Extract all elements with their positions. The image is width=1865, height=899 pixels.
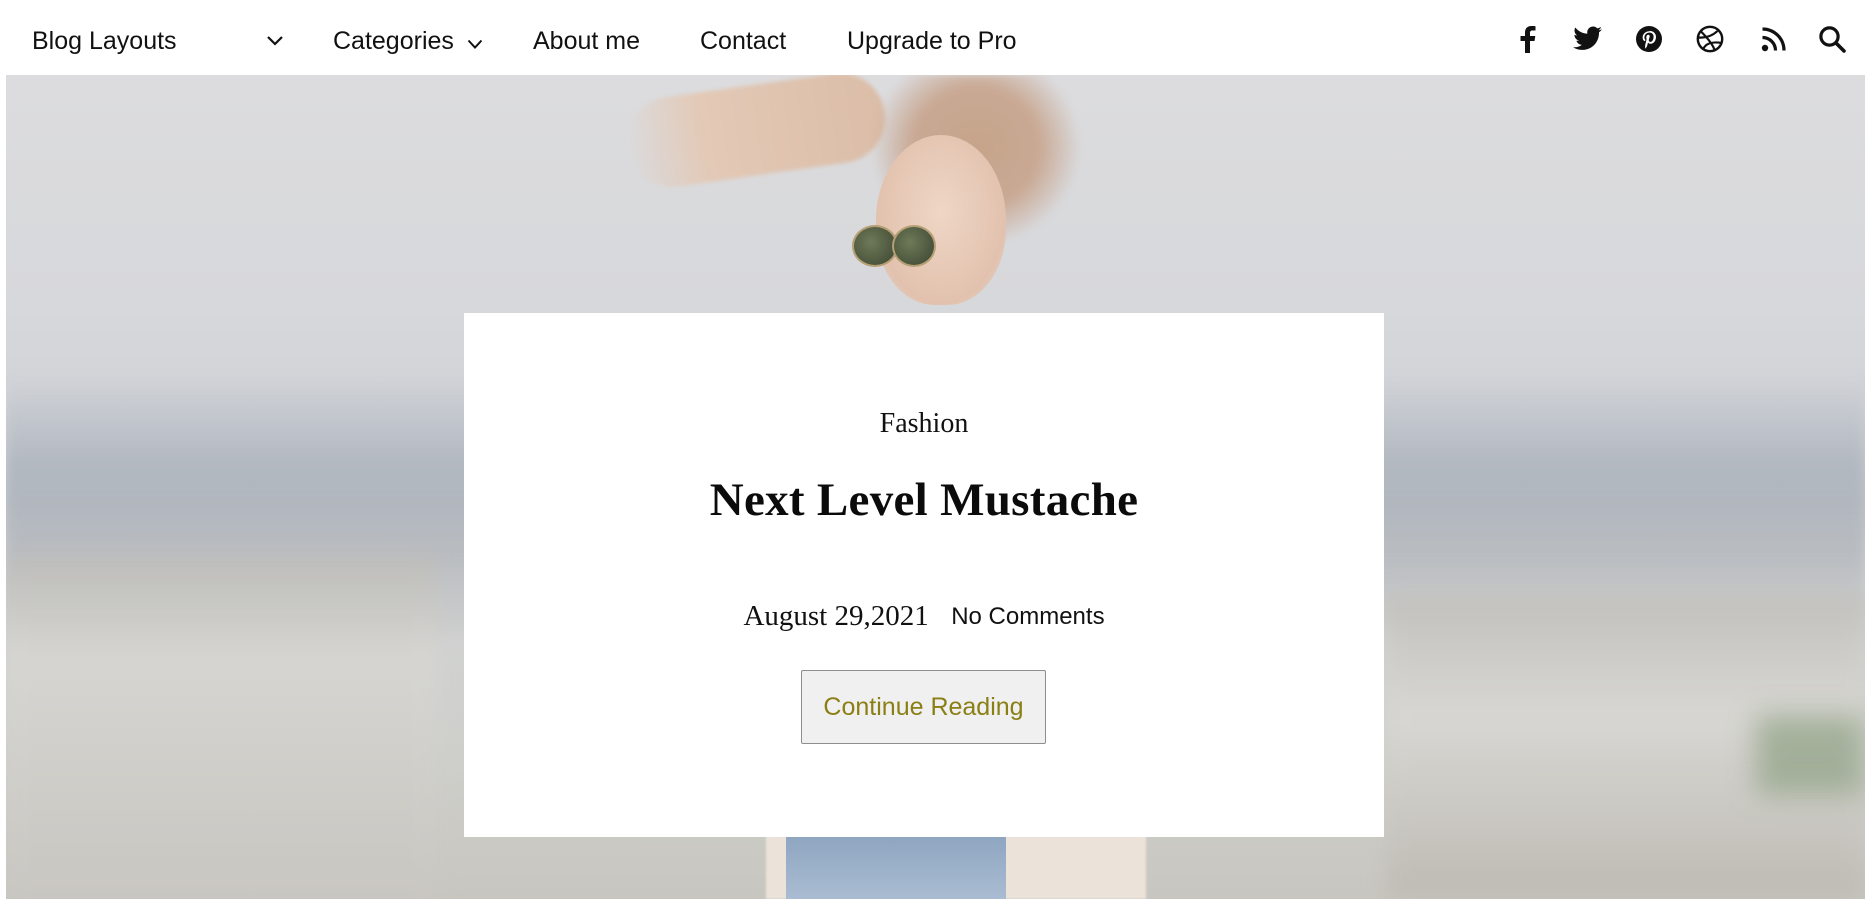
featured-post-card: Fashion Next Level Mustache August 29,20… <box>464 313 1384 837</box>
sunglasses-lens <box>892 225 936 267</box>
foliage-blur <box>1756 715 1865 795</box>
search-icon[interactable] <box>1815 22 1849 56</box>
continue-reading-button[interactable]: Continue Reading <box>801 670 1046 744</box>
nav-item-label: Upgrade to Pro <box>847 27 1017 55</box>
dribbble-icon[interactable] <box>1693 22 1727 56</box>
nav-item-contact[interactable]: Contact <box>700 24 786 58</box>
facebook-icon[interactable] <box>1510 22 1544 56</box>
post-title[interactable]: Next Level Mustache <box>464 473 1384 527</box>
twitter-icon[interactable] <box>1571 22 1605 56</box>
nav-item-label: Contact <box>700 27 787 55</box>
nav-item-blog-layouts[interactable]: Blog Layouts <box>32 24 177 58</box>
post-date: August 29,2021 <box>743 600 929 632</box>
pinterest-icon[interactable] <box>1632 22 1666 56</box>
person-jeans <box>786 835 1006 899</box>
chevron-down-icon[interactable] <box>258 24 292 58</box>
person-face <box>876 135 1006 305</box>
top-navigation: Blog Layouts Categories About me Contact… <box>0 0 1865 75</box>
nav-item-upgrade-to-pro[interactable]: Upgrade to Pro <box>847 24 1017 58</box>
rss-icon[interactable] <box>1757 22 1791 56</box>
building-left-blur <box>6 555 436 899</box>
continue-reading-label: Continue Reading <box>823 692 1024 721</box>
nav-item-label: About me <box>533 27 641 55</box>
nav-item-label: Blog Layouts <box>32 27 177 55</box>
post-comments-link[interactable]: No Comments <box>951 603 1104 630</box>
nav-item-label: Categories <box>333 27 454 55</box>
post-category[interactable]: Fashion <box>464 408 1384 440</box>
chevron-down-icon <box>467 25 483 59</box>
nav-item-about-me[interactable]: About me <box>533 24 640 58</box>
nav-item-categories[interactable]: Categories <box>333 24 483 58</box>
post-meta: August 29,2021 No Comments <box>464 600 1384 633</box>
